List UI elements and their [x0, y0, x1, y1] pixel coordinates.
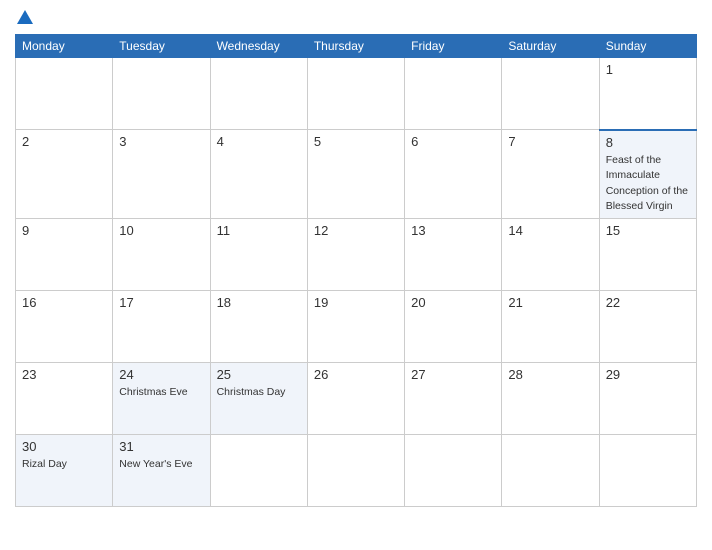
holiday-name: Christmas Eve — [119, 386, 187, 398]
holiday-name: Rizal Day — [22, 458, 67, 470]
day-number: 12 — [314, 223, 398, 238]
day-header-saturday: Saturday — [502, 35, 599, 58]
day-number: 26 — [314, 367, 398, 382]
calendar-cell — [113, 58, 210, 130]
calendar-cell — [502, 435, 599, 507]
day-number: 7 — [508, 134, 592, 149]
calendar-cell: 11 — [210, 219, 307, 291]
calendar-cell — [210, 435, 307, 507]
calendar-cell: 26 — [307, 363, 404, 435]
day-number: 6 — [411, 134, 495, 149]
calendar-cell: 18 — [210, 291, 307, 363]
day-number: 29 — [606, 367, 690, 382]
calendar-cell — [405, 58, 502, 130]
calendar-cell: 23 — [16, 363, 113, 435]
day-number: 2 — [22, 134, 106, 149]
day-number: 1 — [606, 62, 690, 77]
calendar-cell: 12 — [307, 219, 404, 291]
calendar-cell — [210, 58, 307, 130]
day-number: 11 — [217, 223, 301, 238]
calendar-table: MondayTuesdayWednesdayThursdayFridaySatu… — [15, 34, 697, 507]
calendar-week-row: 2345678 Feast of the Immaculate Conceptio… — [16, 130, 697, 219]
calendar-cell: 6 — [405, 130, 502, 219]
calendar-header — [15, 10, 697, 24]
calendar-cell: 25 Christmas Day — [210, 363, 307, 435]
day-header-thursday: Thursday — [307, 35, 404, 58]
calendar-cell: 3 — [113, 130, 210, 219]
calendar-week-row: 1 — [16, 58, 697, 130]
calendar-cell: 21 — [502, 291, 599, 363]
logo — [15, 10, 33, 24]
calendar-cell — [307, 435, 404, 507]
day-number: 3 — [119, 134, 203, 149]
day-number: 21 — [508, 295, 592, 310]
day-number: 15 — [606, 223, 690, 238]
calendar-cell: 17 — [113, 291, 210, 363]
calendar-cell: 13 — [405, 219, 502, 291]
calendar-cell — [599, 435, 696, 507]
calendar-cell: 4 — [210, 130, 307, 219]
calendar-cell: 5 — [307, 130, 404, 219]
calendar-cell: 16 — [16, 291, 113, 363]
day-number: 18 — [217, 295, 301, 310]
day-number: 28 — [508, 367, 592, 382]
calendar-cell: 28 — [502, 363, 599, 435]
calendar-cell: 2 — [16, 130, 113, 219]
day-number: 8 — [606, 135, 690, 150]
day-number: 30 — [22, 439, 106, 454]
day-number: 17 — [119, 295, 203, 310]
day-number: 16 — [22, 295, 106, 310]
logo-triangle-icon — [17, 10, 33, 24]
day-header-monday: Monday — [16, 35, 113, 58]
day-number: 14 — [508, 223, 592, 238]
day-header-friday: Friday — [405, 35, 502, 58]
day-number: 27 — [411, 367, 495, 382]
calendar-week-row: 16 17 18 19 20 21 22 — [16, 291, 697, 363]
holiday-name: New Year's Eve — [119, 458, 192, 470]
day-number: 4 — [217, 134, 301, 149]
calendar-cell: 30 Rizal Day — [16, 435, 113, 507]
calendar-page: MondayTuesdayWednesdayThursdayFridaySatu… — [0, 0, 712, 550]
day-number: 13 — [411, 223, 495, 238]
calendar-cell: 27 — [405, 363, 502, 435]
calendar-week-row: 30 Rizal Day 31 New Year's Eve — [16, 435, 697, 507]
calendar-week-row: 9 10 11 12 13 14 15 — [16, 219, 697, 291]
calendar-cell — [502, 58, 599, 130]
calendar-cell: 14 — [502, 219, 599, 291]
day-number: 19 — [314, 295, 398, 310]
day-header-sunday: Sunday — [599, 35, 696, 58]
day-number: 25 — [217, 367, 301, 382]
day-number: 24 — [119, 367, 203, 382]
calendar-header-row: MondayTuesdayWednesdayThursdayFridaySatu… — [16, 35, 697, 58]
holiday-name: Feast of the Immaculate Conception of th… — [606, 154, 688, 213]
day-number: 31 — [119, 439, 203, 454]
calendar-cell: 9 — [16, 219, 113, 291]
calendar-cell — [405, 435, 502, 507]
calendar-cell: 15 — [599, 219, 696, 291]
calendar-cell: 19 — [307, 291, 404, 363]
day-number: 5 — [314, 134, 398, 149]
calendar-cell: 31 New Year's Eve — [113, 435, 210, 507]
day-header-tuesday: Tuesday — [113, 35, 210, 58]
calendar-cell: 1 — [599, 58, 696, 130]
calendar-cell — [16, 58, 113, 130]
calendar-cell: 10 — [113, 219, 210, 291]
holiday-name: Christmas Day — [217, 386, 286, 398]
calendar-week-row: 23 24 Christmas Eve 25 Christmas Day 26 27 28 29 — [16, 363, 697, 435]
calendar-cell: 29 — [599, 363, 696, 435]
calendar-cell: 22 — [599, 291, 696, 363]
calendar-cell — [307, 58, 404, 130]
day-number: 10 — [119, 223, 203, 238]
calendar-cell: 7 — [502, 130, 599, 219]
day-header-wednesday: Wednesday — [210, 35, 307, 58]
calendar-cell: 8 Feast of the Immaculate Conception of t… — [599, 130, 696, 219]
day-number: 22 — [606, 295, 690, 310]
calendar-cell: 24 Christmas Eve — [113, 363, 210, 435]
calendar-cell: 20 — [405, 291, 502, 363]
day-number: 23 — [22, 367, 106, 382]
day-number: 9 — [22, 223, 106, 238]
day-number: 20 — [411, 295, 495, 310]
